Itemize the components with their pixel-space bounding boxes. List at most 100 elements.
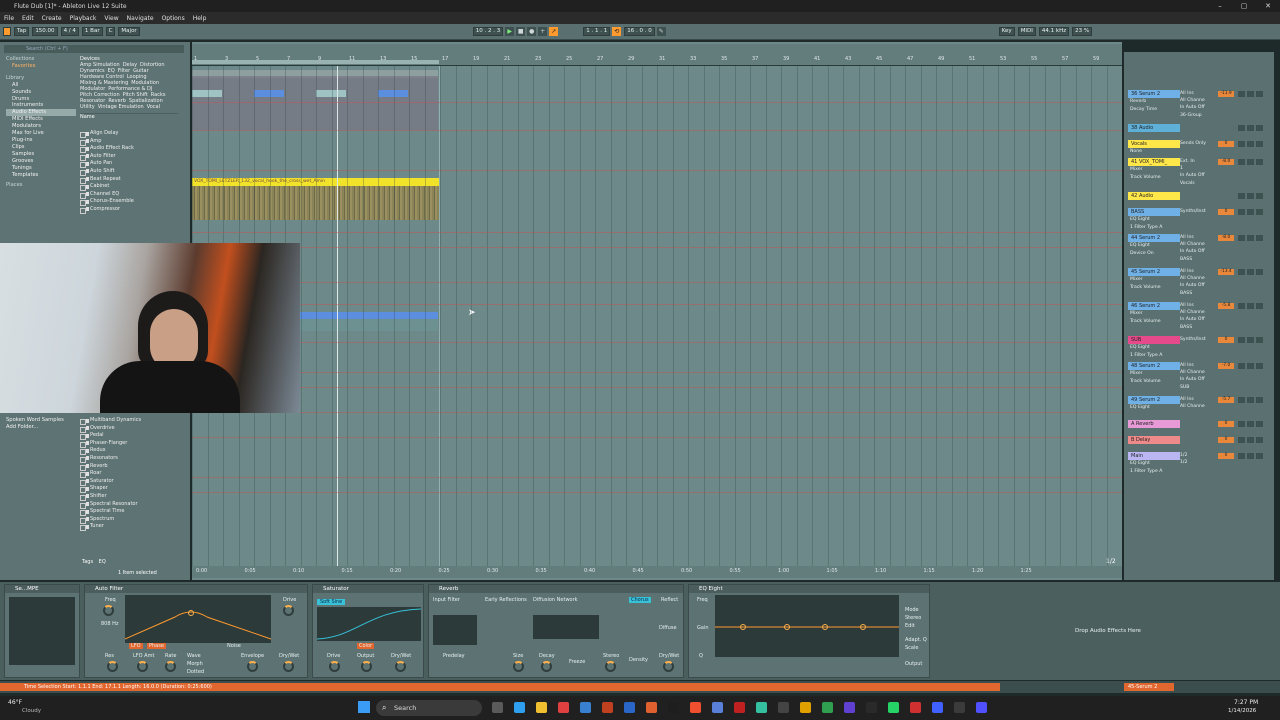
phase-field[interactable]: Phase — [147, 643, 166, 649]
device-list-item[interactable]: Auto Shift — [80, 168, 180, 176]
track-volume[interactable]: -11.9 — [1218, 91, 1234, 97]
taskbar-app-icon[interactable] — [756, 702, 767, 713]
track-device-param[interactable]: Device On — [1130, 251, 1154, 257]
taskbar-app-icon[interactable] — [558, 702, 569, 713]
track-mute-button[interactable] — [1238, 421, 1245, 427]
taskbar-date[interactable]: 1/14/2026 — [1228, 708, 1256, 714]
device-list-item[interactable]: Multiband Dynamics — [80, 417, 180, 425]
track-solo-button[interactable] — [1247, 91, 1254, 97]
track-routing[interactable]: All Channe — [1180, 404, 1216, 410]
track-arm-button[interactable] — [1256, 193, 1263, 199]
track-device-param[interactable]: 1 Filter Type A — [1130, 225, 1162, 231]
track-header[interactable]: A Reverb — [1128, 420, 1180, 428]
browser-search-input[interactable]: Search (Ctrl + F) — [4, 45, 184, 53]
track-mute-button[interactable] — [1238, 91, 1245, 97]
track-arm-button[interactable] — [1256, 91, 1263, 97]
track-device-param[interactable]: EQ Eight — [1130, 461, 1150, 467]
favorites-item[interactable]: Favorites — [6, 63, 76, 70]
track-solo-button[interactable] — [1247, 125, 1254, 131]
tap-button[interactable]: Tap — [14, 27, 30, 36]
tags-filter[interactable]: Tags EQ — [82, 559, 106, 565]
taskbar-app-icon[interactable] — [602, 702, 613, 713]
weather-desc[interactable]: Cloudy — [22, 708, 41, 714]
dotted-field[interactable]: Dotted — [187, 669, 204, 675]
track-solo-button[interactable] — [1247, 397, 1254, 403]
track-volume[interactable]: 0 — [1218, 421, 1234, 427]
stereo-knob[interactable] — [605, 661, 616, 672]
taskbar-app-icon[interactable] — [536, 702, 547, 713]
start-icon[interactable] — [358, 701, 370, 713]
link-button[interactable] — [3, 27, 11, 36]
library-item[interactable]: Clips — [6, 144, 76, 151]
track-routing[interactable]: In Auto Off — [1180, 105, 1216, 111]
library-item[interactable]: Grooves — [6, 158, 76, 165]
library-item[interactable]: Sounds — [6, 89, 76, 96]
library-item[interactable]: Max for Live — [6, 130, 76, 137]
track-volume[interactable]: 0 — [1218, 437, 1234, 443]
track-mute-button[interactable] — [1238, 141, 1245, 147]
noise-field[interactable]: Noise — [227, 643, 241, 649]
track-routing[interactable]: All Channe — [1180, 310, 1216, 316]
track-device-param[interactable]: Mixer — [1130, 277, 1143, 283]
loop-start-field[interactable]: 1 . 1 . 1 — [583, 27, 611, 36]
draw-mode-button[interactable]: ✎ — [656, 27, 666, 36]
menu-edit[interactable]: Edit — [22, 15, 34, 22]
maximize-button[interactable]: ▢ — [1232, 0, 1256, 12]
track-volume[interactable]: -8.0 — [1218, 235, 1234, 241]
track-device-param[interactable]: None — [1130, 149, 1142, 155]
track-routing[interactable]: Synths/Inst — [1180, 209, 1216, 215]
track-arm-button[interactable] — [1256, 125, 1263, 131]
library-item[interactable]: All — [6, 82, 76, 89]
taskbar-app-icon[interactable] — [932, 702, 943, 713]
device-list-item[interactable]: Tuner — [80, 523, 180, 531]
midi-clip-region[interactable] — [192, 76, 438, 130]
midi-map-button[interactable]: MIDI — [1017, 27, 1036, 36]
reverb-drywet-knob[interactable] — [663, 661, 674, 672]
key-field[interactable]: C — [105, 27, 116, 36]
lfo-tab[interactable]: LFO — [129, 643, 143, 649]
track-mute-button[interactable] — [1238, 337, 1245, 343]
loop-button[interactable]: ⟲ — [612, 27, 622, 36]
key-map-button[interactable]: Key — [998, 27, 1015, 36]
track-routing[interactable]: All Channe — [1180, 242, 1216, 248]
menu-navigate[interactable]: Navigate — [127, 15, 154, 22]
menu-view[interactable]: View — [104, 15, 118, 22]
track-header[interactable]: Main — [1128, 452, 1180, 460]
track-arm-button[interactable] — [1256, 235, 1263, 241]
freeze-label[interactable]: Freeze — [569, 659, 585, 665]
track-mute-button[interactable] — [1238, 209, 1245, 215]
weather-temp[interactable]: 46°F — [8, 699, 22, 706]
reverb-device[interactable]: Reverb Input Filter Early Reflections Di… — [428, 584, 684, 678]
device-tag[interactable]: Utility — [80, 104, 95, 110]
track-header[interactable]: 42 Audio — [1128, 192, 1180, 200]
device-list-item[interactable]: Auto Filter — [80, 153, 180, 161]
track-solo-button[interactable] — [1247, 421, 1254, 427]
freq-knob[interactable] — [103, 605, 114, 616]
track-routing[interactable]: In Auto Off — [1180, 173, 1216, 179]
taskbar-app-icon[interactable] — [910, 702, 921, 713]
track-device-param[interactable]: EQ Eight — [1130, 217, 1150, 223]
sat-drive-knob[interactable] — [329, 661, 340, 672]
time-ruler-bottom[interactable]: 0:00 0:05 0:10 0:15 0:20 0:25 0:30 0:35 0:40 0:45… — [192, 566, 1122, 578]
taskbar-app-icon[interactable] — [954, 702, 965, 713]
track-routing[interactable]: All Ins — [1180, 303, 1216, 309]
saturator-mode[interactable]: Soft Sine — [317, 599, 346, 605]
track-device-param[interactable]: EQ Eight — [1130, 243, 1150, 249]
device-list-item[interactable]: Compressor — [80, 206, 180, 214]
scale-field[interactable]: Major — [118, 27, 140, 36]
taskbar-search[interactable]: Search — [376, 700, 482, 716]
device-list-item[interactable]: Roar — [80, 470, 180, 478]
track-device-param[interactable]: Track Volume — [1130, 285, 1161, 291]
envelope-knob[interactable] — [247, 661, 258, 672]
loop-brace[interactable] — [192, 60, 439, 64]
track-device-param[interactable]: Track Volume — [1130, 379, 1161, 385]
device-list-item[interactable]: Pedal — [80, 432, 180, 440]
quantize-field[interactable]: 1 Bar — [81, 27, 103, 36]
device-list-item[interactable]: Shaper — [80, 485, 180, 493]
library-item[interactable]: Audio Effects — [6, 109, 76, 117]
track-header[interactable]: Vocals — [1128, 140, 1180, 148]
track-arm-button[interactable] — [1256, 363, 1263, 369]
chorus-button[interactable]: Chorus — [629, 597, 651, 603]
library-item[interactable]: Samples — [6, 151, 76, 158]
track-mute-button[interactable] — [1238, 235, 1245, 241]
